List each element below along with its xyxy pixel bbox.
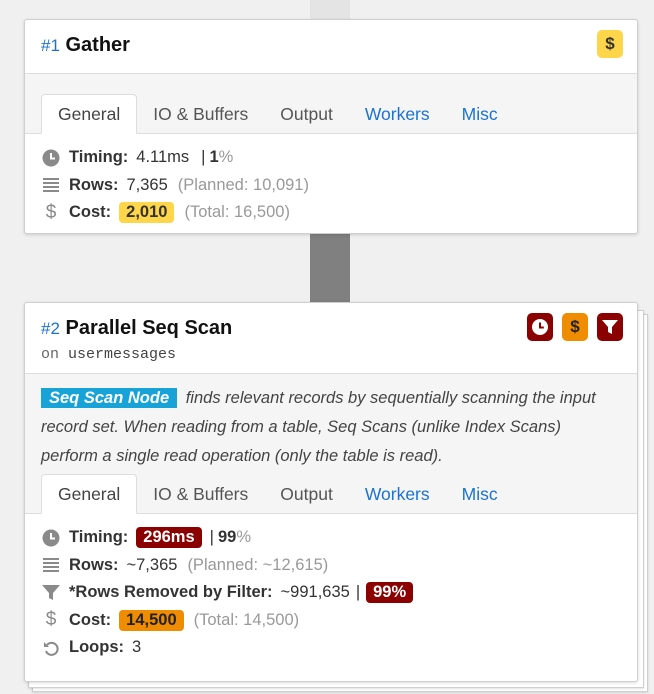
cost-row: $ Cost: 2,010 (Total: 16,500) — [41, 199, 621, 227]
tab-io-buffers[interactable]: IO & Buffers — [137, 95, 264, 133]
tab-misc[interactable]: Misc — [446, 475, 514, 513]
cost-label: Cost: — [69, 203, 112, 222]
dollar-icon: $ — [45, 609, 57, 631]
node-relation: on usermessages — [41, 346, 621, 363]
cost-row: $ Cost: 14,500 (Total: 14,500) — [41, 607, 621, 635]
timing-percent: 1 — [209, 148, 219, 167]
on-word: on — [41, 346, 60, 363]
percent-sign: % — [218, 148, 234, 167]
filter-label: *Rows Removed by Filter: — [69, 583, 273, 602]
node-badges: $ — [527, 313, 623, 341]
timing-row: Timing: 4.11ms | 1% — [41, 144, 621, 172]
node-connector — [310, 232, 350, 302]
cost-label: Cost: — [69, 610, 112, 629]
node-title-line: #1 Gather — [41, 32, 621, 59]
tab-general[interactable]: General — [41, 94, 138, 134]
cost-value: 2,010 — [119, 202, 175, 224]
node-card-gather[interactable]: #1 Gather $ General IO & Buffers Output … — [24, 19, 638, 234]
tab-workers[interactable]: Workers — [349, 95, 446, 133]
relation-name: usermessages — [68, 346, 177, 363]
loops-row: Loops: 3 — [41, 634, 621, 662]
connector-top — [310, 0, 350, 20]
rows-label: Rows: — [69, 175, 119, 194]
list-icon — [41, 555, 61, 575]
tab-workers[interactable]: Workers — [349, 475, 446, 513]
rows-value: 7,365 — [126, 175, 168, 194]
node-card-parallel-seq-scan[interactable]: #2 Parallel Seq Scan on usermessages $ S… — [24, 302, 638, 682]
node-number: #2 — [41, 319, 60, 338]
dollar-icon[interactable]: $ — [597, 30, 623, 58]
clock-icon[interactable] — [527, 313, 553, 341]
rows-planned: (Planned: ~12,615) — [187, 555, 329, 574]
rows-row: Rows: 7,365 (Planned: 10,091) — [41, 172, 621, 200]
node-number: #1 — [41, 36, 60, 55]
tab-io-buffers[interactable]: IO & Buffers — [137, 475, 264, 513]
filter-icon[interactable] — [597, 313, 623, 341]
tab-bar: General IO & Buffers Output Workers Misc — [25, 471, 637, 514]
cost-value: 14,500 — [119, 609, 184, 631]
general-panel: Timing: 296ms | 99% Rows: ~7,365 (Planne… — [25, 514, 637, 672]
tab-bar: General IO & Buffers Output Workers Misc — [25, 73, 637, 134]
clock-icon — [41, 148, 61, 168]
timing-value: 4.11ms — [136, 148, 190, 167]
percent-sign: % — [236, 528, 251, 547]
node-title: Gather — [65, 34, 130, 56]
timing-sep: | — [209, 528, 214, 547]
cost-total: (Total: 14,500) — [193, 610, 300, 629]
node-badges: $ — [597, 30, 623, 58]
rows-planned: (Planned: 10,091) — [177, 175, 309, 194]
filter-icon — [41, 583, 61, 603]
node-type-tag: Seq Scan Node — [41, 388, 178, 408]
tab-general[interactable]: General — [41, 474, 138, 514]
timing-row: Timing: 296ms | 99% — [41, 524, 621, 552]
timing-label: Timing: — [69, 528, 129, 547]
general-panel: Timing: 4.11ms | 1% Rows: 7,365 (Planned… — [25, 134, 637, 237]
node-header: #1 Gather $ — [25, 20, 637, 59]
dollar-icon[interactable]: $ — [562, 313, 588, 341]
filter-percent: 99% — [366, 582, 414, 604]
clock-icon — [41, 528, 61, 548]
tab-output[interactable]: Output — [264, 95, 349, 133]
timing-percent: 99 — [217, 528, 237, 547]
node-description: Seq Scan Node finds relevant records by … — [25, 373, 637, 471]
cost-total: (Total: 16,500) — [184, 203, 290, 222]
timing-value: 296ms — [136, 527, 202, 549]
undo-icon — [41, 638, 61, 658]
loops-label: Loops: — [69, 638, 124, 657]
dollar-icon: $ — [45, 201, 57, 223]
timing-sep: | — [201, 148, 206, 167]
list-icon — [41, 175, 61, 195]
rows-label: Rows: — [69, 555, 119, 574]
filter-row: *Rows Removed by Filter: ~991,635 | 99% — [41, 579, 621, 607]
rows-row: Rows: ~7,365 (Planned: ~12,615) — [41, 552, 621, 580]
filter-sep: | — [355, 583, 361, 602]
node-header: #2 Parallel Seq Scan on usermessages $ — [25, 303, 637, 363]
tab-misc[interactable]: Misc — [446, 95, 514, 133]
rows-value: ~7,365 — [126, 555, 178, 574]
tab-output[interactable]: Output — [264, 475, 349, 513]
filter-value: ~991,635 — [280, 583, 350, 602]
loops-value: 3 — [132, 638, 142, 657]
timing-label: Timing: — [69, 148, 129, 167]
node-title: Parallel Seq Scan — [65, 317, 233, 339]
